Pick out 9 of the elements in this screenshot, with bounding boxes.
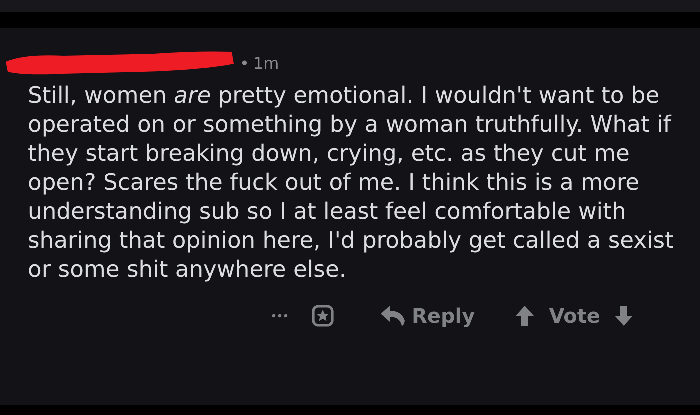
comment-text: Still, women are pretty emotional. I wouldn't want to be operated on or something by a woman truthfully. What if they start breaking down, crying, etc. as they cut me open? Scares the fuck out of me. I think this is a more understanding sub so I at least feel comfortable with sharing that opinion here, I'd probably get called a sexist or some shit anywhere else. [28,82,675,285]
upvote-arrow-icon[interactable] [515,305,536,327]
comment-age: 1m [253,54,280,72]
reply-arrow-icon [380,305,406,327]
downvote-arrow-icon[interactable] [614,305,634,327]
separator-dot: • [240,54,250,72]
vote-label: Vote [549,304,600,328]
more-icon[interactable] [272,313,288,319]
reply-button[interactable]: Reply [380,304,476,328]
